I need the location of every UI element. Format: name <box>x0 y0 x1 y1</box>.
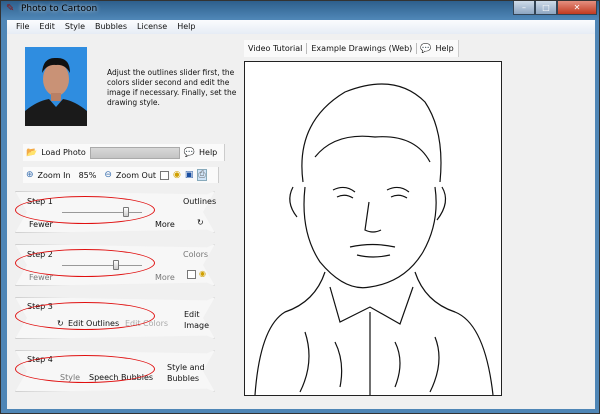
example-drawings-link[interactable]: Example Drawings (Web) <box>307 44 416 53</box>
maximize-button[interactable]: □ <box>535 1 557 15</box>
minimize-button[interactable]: – <box>513 1 535 15</box>
load-photo-button[interactable]: Load Photo <box>41 148 86 157</box>
menu-license[interactable]: License <box>132 20 172 34</box>
links-toolbar: Video Tutorial Example Drawings (Web) 💬 … <box>244 40 459 57</box>
instructions-text: Adjust the outlines slider first, the co… <box>107 68 237 107</box>
menu-style[interactable]: Style <box>60 20 90 34</box>
step3-title: Edit Image <box>184 310 210 330</box>
palette-icon[interactable]: ◉ <box>199 269 206 278</box>
help-link[interactable]: Help <box>432 44 458 53</box>
menu-edit[interactable]: Edit <box>34 20 60 34</box>
save-icon[interactable]: ▣ <box>185 170 194 180</box>
step2-more: More <box>155 273 175 282</box>
cartoon-drawing <box>254 83 494 396</box>
step4-highlight <box>15 355 155 383</box>
step2-title: Colors <box>183 250 209 259</box>
menu-bubbles[interactable]: Bubbles <box>90 20 132 34</box>
step2-highlight <box>15 249 155 277</box>
window-title: Photo to Cartoon <box>21 4 98 14</box>
video-tutorial-link[interactable]: Video Tutorial <box>244 44 306 53</box>
colors-checkbox[interactable] <box>187 270 196 279</box>
help-button[interactable]: Help <box>199 148 217 157</box>
photo-thumbnail <box>25 47 87 126</box>
step1-more: More <box>155 220 175 229</box>
lasso-icon[interactable]: ↻ <box>197 218 204 227</box>
step1-highlight <box>15 196 155 224</box>
pencil-app-icon: ✎ <box>6 3 15 14</box>
print-icon[interactable]: ⎙ <box>197 169 207 181</box>
menu-file[interactable]: File <box>11 20 34 34</box>
toggle-checkbox[interactable] <box>160 170 170 180</box>
palette-icon[interactable]: ◉ <box>173 170 181 180</box>
step3-highlight <box>15 302 155 330</box>
zoom-toolbar: ⊕ Zoom In 85% ⊖ Zoom Out ◉ ▣ ⎙ <box>23 167 219 183</box>
zoom-out-button[interactable]: Zoom Out <box>116 171 156 180</box>
step1-title: Outlines <box>183 197 217 206</box>
drawing-canvas[interactable] <box>244 61 502 396</box>
menu-help[interactable]: Help <box>172 20 200 34</box>
app-window: ✎ Photo to Cartoon – □ ✕ File Edit Style… <box>0 0 600 414</box>
help-bubble-icon: 💬 <box>420 43 432 54</box>
zoom-out-icon: ⊖ <box>104 170 112 180</box>
menu-bar: File Edit Style Bubbles License Help <box>7 20 595 34</box>
zoom-level: 85% <box>78 170 97 180</box>
step4-title: Style and Bubbles <box>167 363 205 383</box>
folder-icon: 📂 <box>26 147 38 158</box>
help-bubble-icon: 💬 <box>183 147 195 158</box>
close-button[interactable]: ✕ <box>557 1 597 15</box>
zoom-in-button[interactable]: Zoom In <box>38 171 71 180</box>
progress-bar <box>89 146 180 159</box>
zoom-in-icon: ⊕ <box>26 170 34 180</box>
photo-toolbar: 📂 Load Photo 💬 Help <box>23 144 225 161</box>
client-area: Adjust the outlines slider first, the co… <box>7 34 595 409</box>
title-bar: ✎ Photo to Cartoon – □ ✕ <box>1 1 600 20</box>
